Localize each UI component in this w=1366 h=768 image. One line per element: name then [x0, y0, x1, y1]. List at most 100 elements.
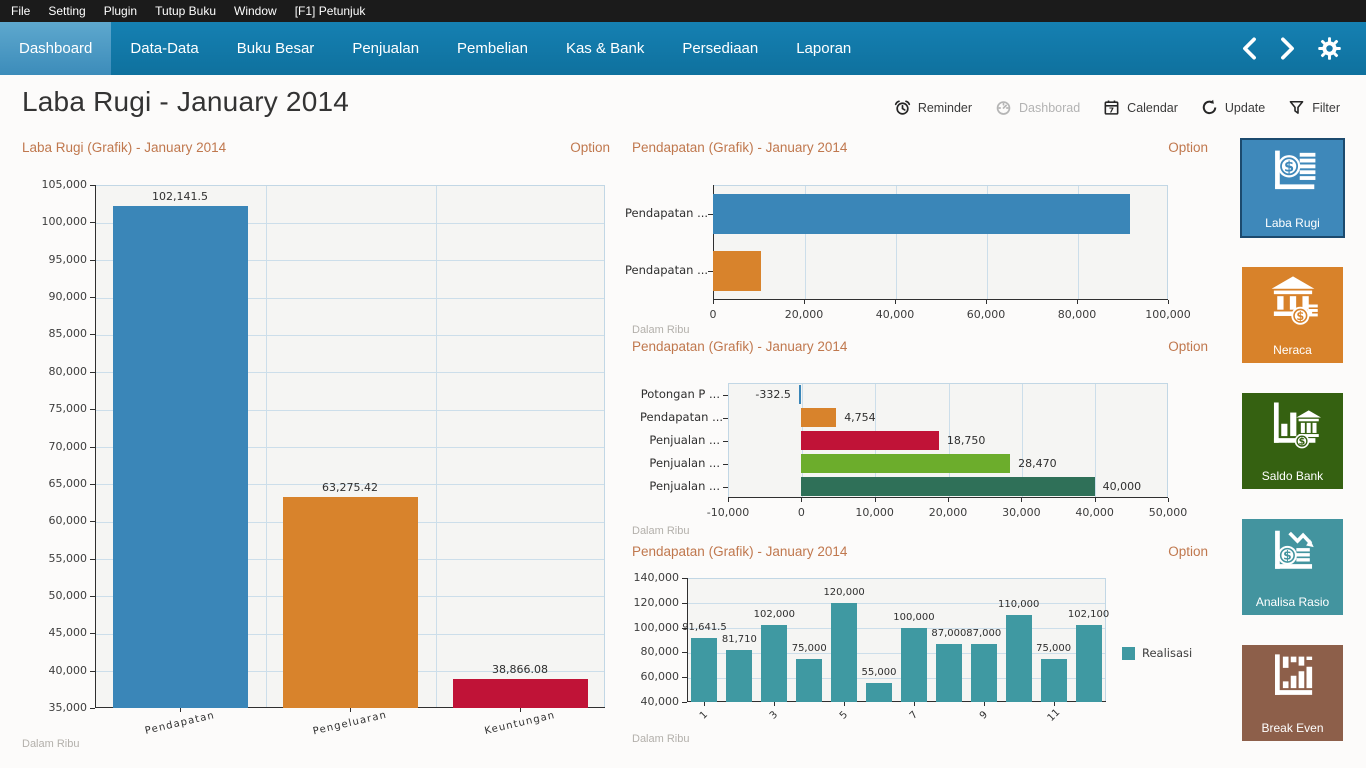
- action-button-update[interactable]: Update: [1201, 99, 1265, 116]
- saldo-bank-icon: $: [1242, 400, 1343, 452]
- y-axis-category: Penjualan ...: [640, 479, 720, 493]
- x-axis-tick: Pengeluaran: [312, 710, 388, 738]
- option-link[interactable]: Option: [1168, 140, 1208, 155]
- tab-penjualan[interactable]: Penjualan: [333, 22, 438, 75]
- x-axis-tick: -10,000: [693, 506, 763, 519]
- bar-value-label: 87,000: [966, 628, 1001, 639]
- y-axis-category: Penjualan ...: [640, 433, 720, 447]
- tab-persediaan[interactable]: Persediaan: [663, 22, 777, 75]
- bar-pendapatan-1: [713, 194, 1130, 234]
- neraca-icon: $: [1242, 274, 1343, 326]
- option-link[interactable]: Option: [1168, 339, 1208, 354]
- chevron-left-icon[interactable]: [1241, 37, 1258, 60]
- bar-month-4: [796, 659, 822, 702]
- y-axis-tick: 60,000: [615, 670, 679, 683]
- x-axis-tick: Keuntungan: [484, 710, 557, 737]
- gear-icon[interactable]: [1317, 36, 1342, 61]
- bar-value-label: 63,275.42: [322, 481, 378, 494]
- chevron-right-icon[interactable]: [1279, 37, 1296, 60]
- x-axis-tick: 11: [1045, 707, 1062, 724]
- y-axis-tick: 140,000: [615, 571, 679, 584]
- bar-value-label: 81,710: [722, 634, 757, 645]
- tab-kas-bank[interactable]: Kas & Bank: [547, 22, 663, 75]
- bar-value-label: 102,100: [1068, 609, 1109, 620]
- action-label: Calendar: [1127, 101, 1178, 115]
- bar-pendapatan: [113, 206, 248, 708]
- bar-value-label: 55,000: [862, 667, 897, 678]
- action-button-filter[interactable]: Filter: [1288, 99, 1340, 116]
- bar-value-label: 120,000: [823, 587, 864, 598]
- legend-swatch: [1122, 647, 1135, 660]
- action-button-dashborad: Dashborad: [995, 99, 1080, 116]
- bar-value-label: 40,000: [1103, 480, 1142, 493]
- bar-month-9: [971, 644, 997, 702]
- y-axis-tick: 120,000: [615, 596, 679, 609]
- y-axis-tick: 60,000: [23, 514, 87, 527]
- x-axis-tick: 40,000: [1060, 506, 1130, 519]
- analisa-rasio-icon: $: [1242, 526, 1343, 578]
- menu-item-file[interactable]: File: [2, 0, 39, 22]
- option-link[interactable]: Option: [570, 140, 610, 155]
- bar-value-label: 18,750: [947, 434, 986, 447]
- y-axis-tick: 105,000: [23, 178, 87, 191]
- tile-saldo-bank[interactable]: $Saldo Bank: [1242, 393, 1343, 489]
- tile-neraca[interactable]: $Neraca: [1242, 267, 1343, 363]
- refresh-icon: [1201, 99, 1218, 116]
- svg-text:$: $: [1298, 437, 1305, 448]
- tile-laba-rugi[interactable]: $ Laba Rugi: [1242, 140, 1343, 236]
- tile-label: Break Even: [1242, 721, 1343, 735]
- bar-month-11: [1041, 659, 1067, 702]
- nav-bar: DashboardData-DataBuku BesarPenjualanPem…: [0, 22, 1366, 75]
- menu-item-f1-petunjuk[interactable]: [F1] Petunjuk: [286, 0, 375, 22]
- menu-item-setting[interactable]: Setting: [39, 0, 94, 22]
- y-axis-tick: 45,000: [23, 626, 87, 639]
- x-axis-tick: 20,000: [913, 506, 983, 519]
- tab-data-data[interactable]: Data-Data: [111, 22, 217, 75]
- tile-label: Analisa Rasio: [1242, 595, 1343, 609]
- tile-break-even[interactable]: Break Even: [1242, 645, 1343, 741]
- tile-label: Laba Rugi: [1242, 216, 1343, 230]
- tab-dashboard[interactable]: Dashboard: [0, 22, 111, 75]
- y-axis-category: Pendapatan ...: [625, 263, 705, 277]
- x-axis-tick: 40,000: [860, 308, 930, 321]
- menu-bar: FileSettingPluginTutup BukuWindow[F1] Pe…: [0, 0, 1366, 22]
- x-axis-tick: Pendapatan: [144, 710, 216, 737]
- panel-title: Pendapatan (Grafik) - January 2014: [632, 339, 847, 354]
- bar-pendapatan-2: [801, 408, 836, 427]
- svg-text:$: $: [1283, 549, 1292, 563]
- menu-item-window[interactable]: Window: [225, 0, 286, 22]
- x-axis-tick: 20,000: [769, 308, 839, 321]
- y-axis-tick: 100,000: [23, 215, 87, 228]
- x-axis-tick: 1: [698, 709, 710, 721]
- action-button-reminder[interactable]: Reminder: [894, 99, 972, 116]
- panel-header: Pendapatan (Grafik) - January 2014 Optio…: [632, 140, 1208, 155]
- y-axis-tick: 100,000: [615, 621, 679, 634]
- menu-item-plugin[interactable]: Plugin: [95, 0, 146, 22]
- nav-right-icons: [1241, 22, 1366, 75]
- laba-rugi-icon: $: [1242, 147, 1343, 199]
- bar-month-12: [1076, 625, 1102, 702]
- bar-value-label: 75,000: [1036, 643, 1071, 654]
- filter-icon: [1288, 99, 1305, 116]
- bar-month-10: [1006, 615, 1032, 702]
- gauge-icon: [995, 99, 1012, 116]
- tab-laporan[interactable]: Laporan: [777, 22, 870, 75]
- tab-pembelian[interactable]: Pembelian: [438, 22, 547, 75]
- y-axis-category: Pendapatan ...: [640, 410, 720, 424]
- legend-label: Realisasi: [1142, 646, 1192, 660]
- x-axis-tick: 30,000: [986, 506, 1056, 519]
- bar-value-label: 102,000: [754, 609, 795, 620]
- panel-title: Pendapatan (Grafik) - January 2014: [632, 544, 847, 559]
- menu-item-tutup-buku[interactable]: Tutup Buku: [146, 0, 225, 22]
- tile-analisa-rasio[interactable]: $ Analisa Rasio: [1242, 519, 1343, 615]
- x-axis-tick: 0: [766, 506, 836, 519]
- unit-note: Dalam Ribu: [632, 525, 689, 537]
- panel-header: Laba Rugi (Grafik) - January 2014 Option: [22, 140, 610, 155]
- y-axis-category: Potongan P ...: [640, 387, 720, 401]
- option-link[interactable]: Option: [1168, 544, 1208, 559]
- tab-buku-besar[interactable]: Buku Besar: [218, 22, 334, 75]
- bar-value-label: 28,470: [1018, 457, 1057, 470]
- action-button-calendar[interactable]: 7Calendar: [1103, 99, 1178, 116]
- alarm-icon: [894, 99, 911, 116]
- bar-pendapatan-2: [713, 251, 761, 291]
